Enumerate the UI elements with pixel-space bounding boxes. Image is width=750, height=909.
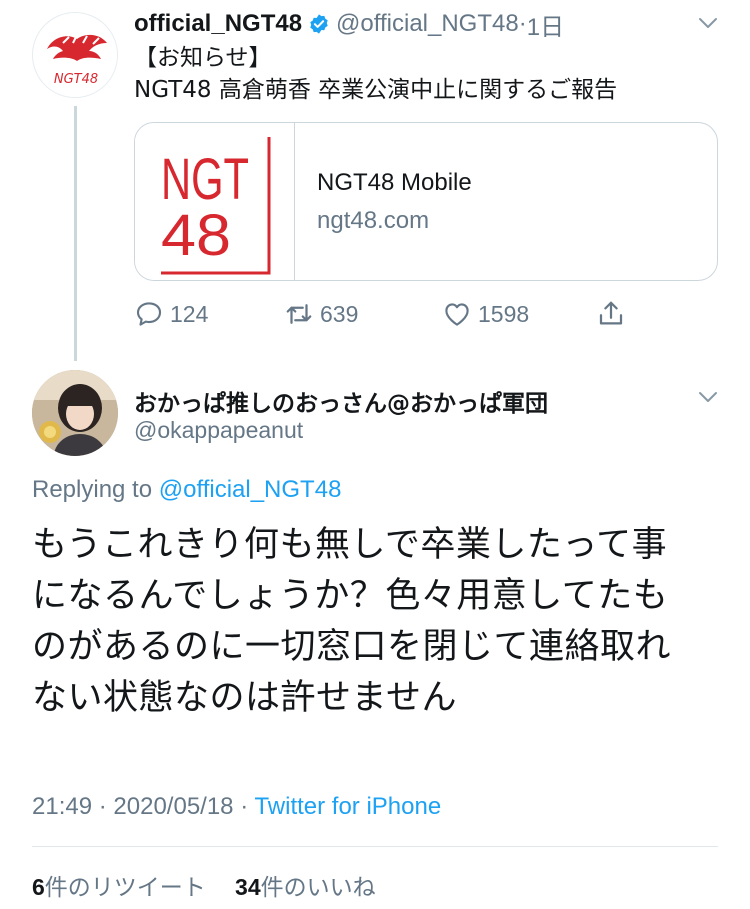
avatar[interactable]: NGT48 xyxy=(32,12,118,98)
reply-count: 124 xyxy=(170,300,209,327)
separator: · xyxy=(518,10,527,37)
card-url: ngt48.com xyxy=(317,206,430,234)
tweet-text-line: ない状態なのは許せません xyxy=(32,678,457,718)
share-button[interactable] xyxy=(596,296,626,332)
logo-text-line2: 48 xyxy=(161,203,231,268)
tweet-text: 【お知らせ】 NGT48 高倉萌香 卒業公演中止に関するご報告 xyxy=(134,42,617,106)
engagement-stats: 6件のリツイート 34件のいいね xyxy=(32,868,376,902)
handle[interactable]: @okappapeanut xyxy=(134,417,303,444)
tweet-meta: 21:49 · 2020/05/18 · Twitter for iPhone xyxy=(32,793,441,821)
retweets-stat[interactable]: 6件のリツイート xyxy=(32,874,206,901)
tweet-text-line: のがあるのに一切窓口を閉じて連絡取れ xyxy=(32,627,672,667)
svg-text:NGT48: NGT48 xyxy=(54,72,98,87)
meta-separator: · xyxy=(240,793,249,820)
link-card[interactable]: NGT 48 NGT48 Mobile ngt48.com xyxy=(134,122,718,281)
chevron-down-icon[interactable] xyxy=(697,12,719,34)
tweet-source-link[interactable]: Twitter for iPhone xyxy=(254,793,441,820)
likes-stat[interactable]: 34件のいいね xyxy=(235,874,376,901)
retweet-count: 6 xyxy=(32,874,45,900)
verified-badge-icon xyxy=(310,14,328,34)
like-count: 34 xyxy=(235,874,261,900)
replying-to-link[interactable]: @official_NGT48 xyxy=(159,476,342,503)
replying-prefix: Replying to xyxy=(32,476,153,503)
reply-icon xyxy=(136,302,162,326)
tweet-text-line: 【お知らせ】 xyxy=(134,45,272,71)
tweet-text-line: もうこれきり何も無しで卒業したって事 xyxy=(32,525,668,565)
tweet-text: もうこれきり何も無しで卒業したって事 になるんでしょうか？色々用意してたも のが… xyxy=(32,520,722,724)
retweet-button[interactable]: 639 xyxy=(284,296,358,332)
reply-button[interactable]: 124 xyxy=(134,296,208,332)
handle[interactable]: @official_NGT48 xyxy=(336,10,519,38)
card-title: NGT48 Mobile xyxy=(317,168,472,196)
retweet-icon xyxy=(286,304,312,324)
display-name[interactable]: おかっぱ推しのおっさん@おかっぱ軍団 xyxy=(134,384,548,418)
ngt48-avatar-icon: NGT48 xyxy=(34,14,117,97)
meta-separator: · xyxy=(98,793,107,820)
display-name[interactable]: official_NGT48 xyxy=(134,10,302,38)
thread-line xyxy=(74,106,77,361)
replying-to: Replying to @official_NGT48 xyxy=(32,476,341,504)
like-label: 件のいいね xyxy=(260,875,376,901)
retweet-label: 件のリツイート xyxy=(44,875,206,901)
card-thumbnail: NGT 48 xyxy=(135,123,295,280)
tweet-text-line: NGT48 高倉萌香 卒業公演中止に関するご報告 xyxy=(134,77,618,103)
tweet-header: official_NGT48 @official_NGT48 · 1日 xyxy=(134,7,564,42)
like-button[interactable]: 1598 xyxy=(442,296,529,332)
like-icon xyxy=(445,303,469,326)
avatar[interactable] xyxy=(32,370,118,456)
tweet-date[interactable]: 2020/05/18 xyxy=(113,793,233,820)
ngt48-logo: NGT 48 xyxy=(161,137,271,275)
tweet-time[interactable]: 21:49 xyxy=(32,793,92,820)
card-body: NGT48 Mobile ngt48.com xyxy=(295,123,472,280)
tweet-actions: 124 639 1598 xyxy=(134,296,634,332)
divider xyxy=(32,846,718,847)
retweet-count: 639 xyxy=(320,300,359,327)
user-avatar-image xyxy=(32,370,118,456)
like-count: 1598 xyxy=(478,300,530,327)
share-icon xyxy=(599,301,623,325)
tweet-text-line: になるんでしょうか？色々用意してたも xyxy=(32,576,669,616)
chevron-down-icon[interactable] xyxy=(697,386,719,408)
timestamp[interactable]: 1日 xyxy=(527,7,564,42)
